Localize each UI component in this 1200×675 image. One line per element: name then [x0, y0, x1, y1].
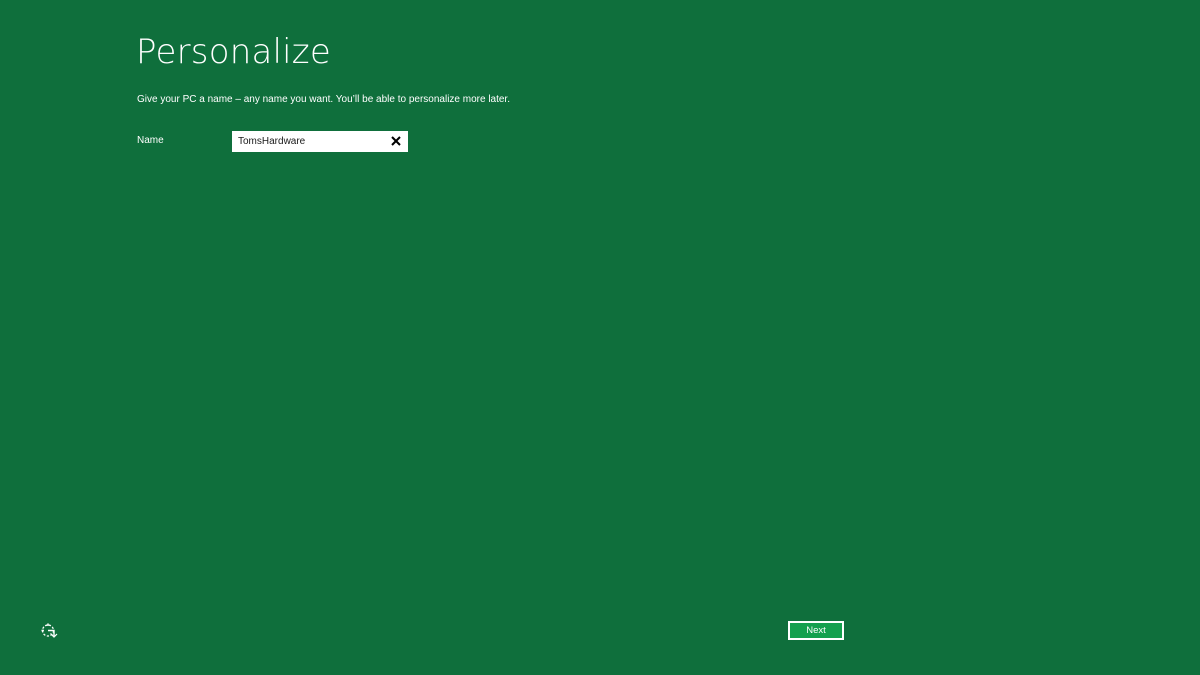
- name-label: Name: [137, 135, 164, 146]
- page-subtitle: Give your PC a name – any name you want.…: [137, 94, 510, 105]
- next-button[interactable]: Next: [788, 621, 844, 640]
- page-title: Personalize: [136, 32, 331, 72]
- ease-of-access-icon: [41, 623, 58, 638]
- close-icon: [391, 136, 401, 146]
- ease-of-access-button[interactable]: [40, 622, 58, 640]
- clear-button[interactable]: [388, 133, 404, 149]
- pc-name-input[interactable]: [232, 132, 378, 151]
- pc-name-field[interactable]: [232, 131, 408, 152]
